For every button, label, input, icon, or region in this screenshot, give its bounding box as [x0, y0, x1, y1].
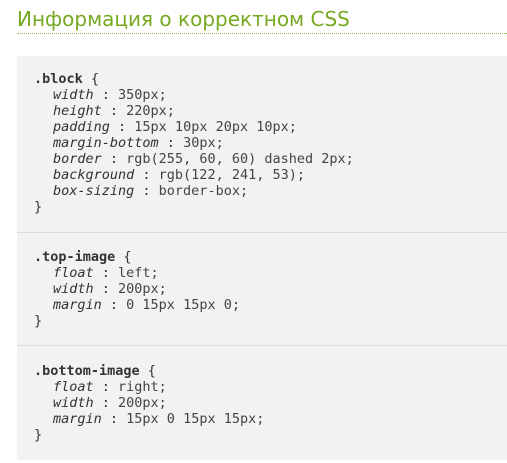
rule-selector-line: .top-image { [34, 249, 507, 265]
css-value: rgb(255, 60, 60) dashed 2px; [126, 151, 354, 167]
css-declaration: margin : 0 15px 15px 0; [34, 297, 507, 313]
css-colon: : [134, 183, 159, 199]
css-property: width [53, 281, 94, 297]
css-declaration: float : left; [34, 265, 507, 281]
code-listing: .block { width : 350px; height : 220px; … [17, 56, 507, 460]
css-colon: : [93, 281, 119, 297]
css-value: left; [118, 265, 159, 281]
css-declaration: background : rgb(122, 241, 53); [34, 167, 507, 183]
css-colon: : [101, 411, 127, 427]
css-selector: .top-image [34, 249, 116, 265]
css-colon: : [101, 151, 127, 167]
css-rule-block: .block { width : 350px; height : 220px; … [17, 71, 507, 215]
css-selector: .bottom-image [34, 363, 140, 379]
css-property: margin [53, 411, 102, 427]
css-property: background [53, 167, 135, 183]
css-colon: : [93, 265, 119, 281]
block-divider [17, 232, 507, 233]
css-value: 0 15px 15px 0; [126, 297, 240, 313]
css-property: width [53, 395, 94, 411]
css-value: 200px; [118, 281, 167, 297]
css-colon: : [101, 297, 127, 313]
css-colon: : [93, 395, 119, 411]
css-property: float [53, 265, 94, 281]
css-value: 200px; [118, 395, 167, 411]
css-property: height [53, 103, 102, 119]
css-colon: : [134, 167, 159, 183]
block-divider [17, 345, 507, 346]
css-declaration: width : 200px; [34, 281, 507, 297]
css-value: right; [118, 379, 167, 395]
css-property: margin-bottom [53, 135, 159, 151]
open-brace: { [139, 363, 156, 379]
close-brace: } [34, 427, 43, 443]
open-brace: { [115, 249, 132, 265]
css-declaration: box-sizing : border-box; [34, 183, 507, 199]
css-declaration: border : rgb(255, 60, 60) dashed 2px; [34, 151, 507, 167]
css-value: rgb(122, 241, 53); [158, 167, 305, 183]
heading-underline [17, 33, 507, 34]
css-selector: .block [34, 71, 83, 87]
css-declaration: float : right; [34, 379, 507, 395]
css-colon: : [93, 87, 119, 103]
css-colon: : [158, 135, 184, 151]
css-property: float [53, 379, 94, 395]
open-brace: { [82, 71, 100, 87]
css-rule-block: .bottom-image { float : right; width : 2… [17, 363, 507, 443]
rule-selector-line: .block { [34, 71, 507, 87]
css-property: border [53, 151, 102, 167]
css-property: margin [53, 297, 102, 313]
css-declaration: margin : 15px 0 15px 15px; [34, 411, 507, 427]
css-colon: : [109, 119, 135, 135]
css-value: 15px 0 15px 15px; [126, 411, 265, 427]
css-rule-block: .top-image { float : left; width : 200px… [17, 249, 507, 329]
css-colon: : [93, 379, 119, 395]
section-heading: Информация о корректном CSS [17, 7, 350, 31]
close-brace: } [34, 313, 43, 329]
close-brace: } [34, 199, 43, 215]
css-property: padding [53, 119, 110, 135]
css-value: 15px 10px 20px 10px; [134, 119, 297, 135]
css-declaration: padding : 15px 10px 20px 10px; [34, 119, 507, 135]
css-value: 30px; [183, 135, 224, 151]
rule-selector-line: .bottom-image { [34, 363, 507, 379]
css-value: 220px; [126, 103, 175, 119]
css-declaration: width : 350px; [34, 87, 507, 103]
css-property: box-sizing [53, 183, 135, 199]
css-declaration: height : 220px; [34, 103, 507, 119]
css-property: width [53, 87, 94, 103]
css-value: 350px; [118, 87, 167, 103]
css-colon: : [101, 103, 127, 119]
css-declaration: margin-bottom : 30px; [34, 135, 507, 151]
css-value: border-box; [158, 183, 249, 199]
css-declaration: width : 200px; [34, 395, 507, 411]
